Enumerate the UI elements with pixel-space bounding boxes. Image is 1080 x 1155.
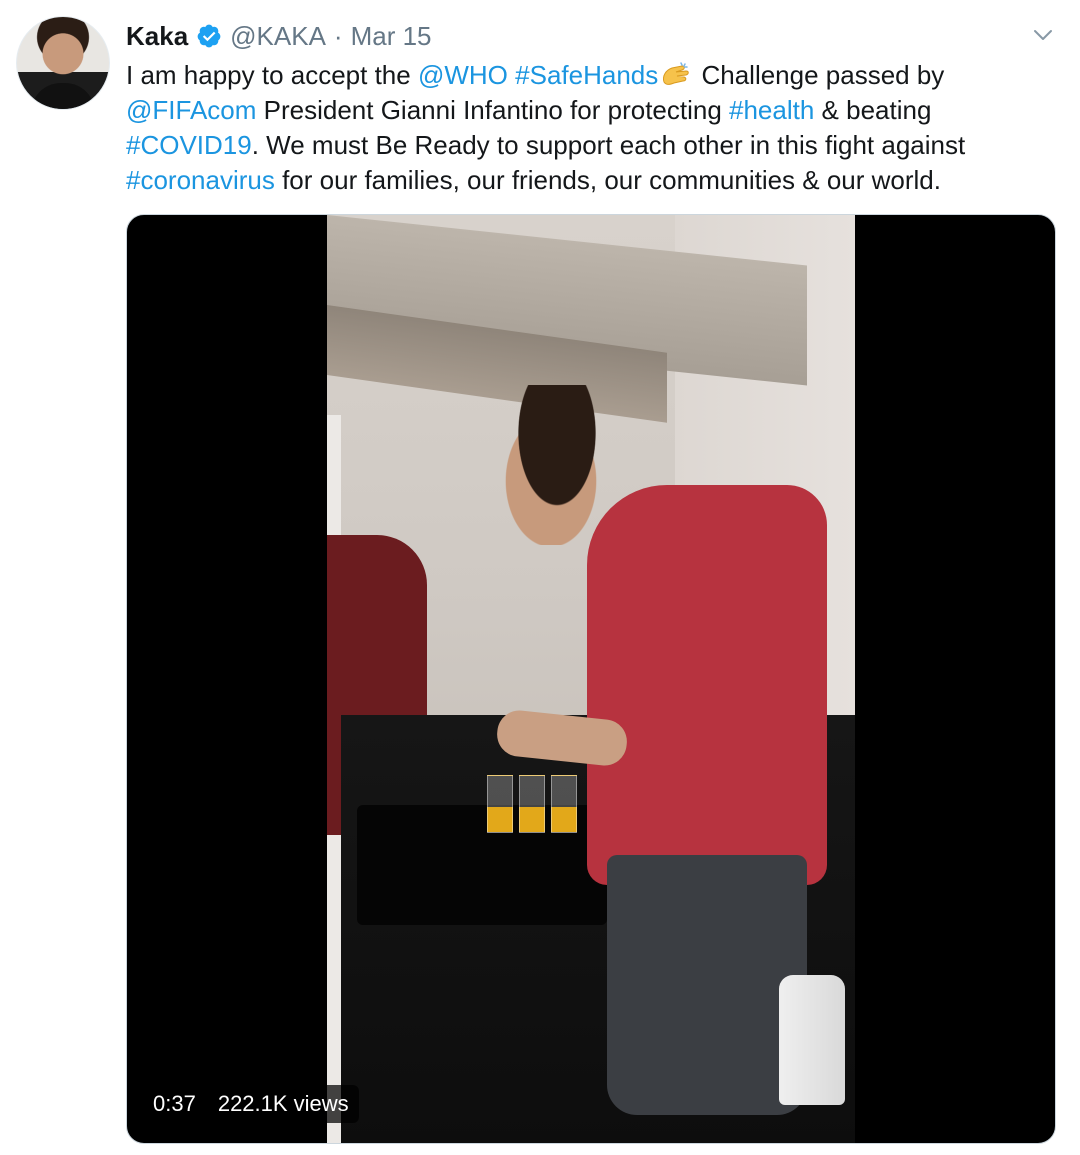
tweet-menu-button[interactable] xyxy=(1028,20,1058,50)
tweet-text-segment: Challenge passed by xyxy=(694,60,945,90)
clapping-hands-emoji-icon xyxy=(663,62,689,85)
tweet-text-segment: & beating xyxy=(814,95,932,125)
chevron-down-icon xyxy=(1034,30,1052,40)
tweet-text-segment: . We must Be Ready to support each other… xyxy=(251,130,966,160)
avatar[interactable] xyxy=(16,16,110,110)
tweet-text-segment: for our families, our friends, our commu… xyxy=(274,165,941,195)
video-person-shirt xyxy=(587,485,827,885)
video-person-head xyxy=(497,385,617,545)
tweet-text-segment: President Gianni Infantino for protectin… xyxy=(256,95,730,125)
tweet-text-segment: I am happy to accept the xyxy=(126,60,418,90)
tweet-header: Kaka @KAKA · Mar 15 xyxy=(126,18,432,54)
video-person-shorts xyxy=(607,855,807,1115)
author-handle[interactable]: @KAKA xyxy=(230,21,326,52)
video-views: 222.1K views xyxy=(217,1091,349,1116)
video-player[interactable]: 0:37 222.1K views xyxy=(126,214,1056,1144)
author-name[interactable]: Kaka xyxy=(126,21,188,52)
tweet-text: I am happy to accept the @WHO #SafeHands… xyxy=(126,58,1056,198)
mention-link[interactable]: @WHO xyxy=(418,60,508,90)
video-duration: 0:37 xyxy=(153,1091,196,1116)
tweet-date[interactable]: Mar 15 xyxy=(351,21,432,52)
avatar-shoulders xyxy=(31,83,95,109)
video-glass xyxy=(551,775,577,833)
video-frame[interactable] xyxy=(327,215,855,1143)
hashtag-link[interactable]: #health xyxy=(729,95,814,125)
video-glass xyxy=(487,775,513,833)
video-info-overlay: 0:37 222.1K views xyxy=(143,1085,359,1123)
hashtag-link[interactable]: #SafeHands xyxy=(515,60,658,90)
hashtag-link[interactable]: #COVID19 xyxy=(126,130,252,160)
separator-dot: · xyxy=(333,20,343,51)
video-glass xyxy=(519,775,545,833)
mention-link[interactable]: @FIFAcom xyxy=(126,95,256,125)
video-trash-bin xyxy=(779,975,845,1105)
verified-badge-icon xyxy=(197,24,221,48)
hashtag-link[interactable]: #coronavirus xyxy=(126,165,275,195)
